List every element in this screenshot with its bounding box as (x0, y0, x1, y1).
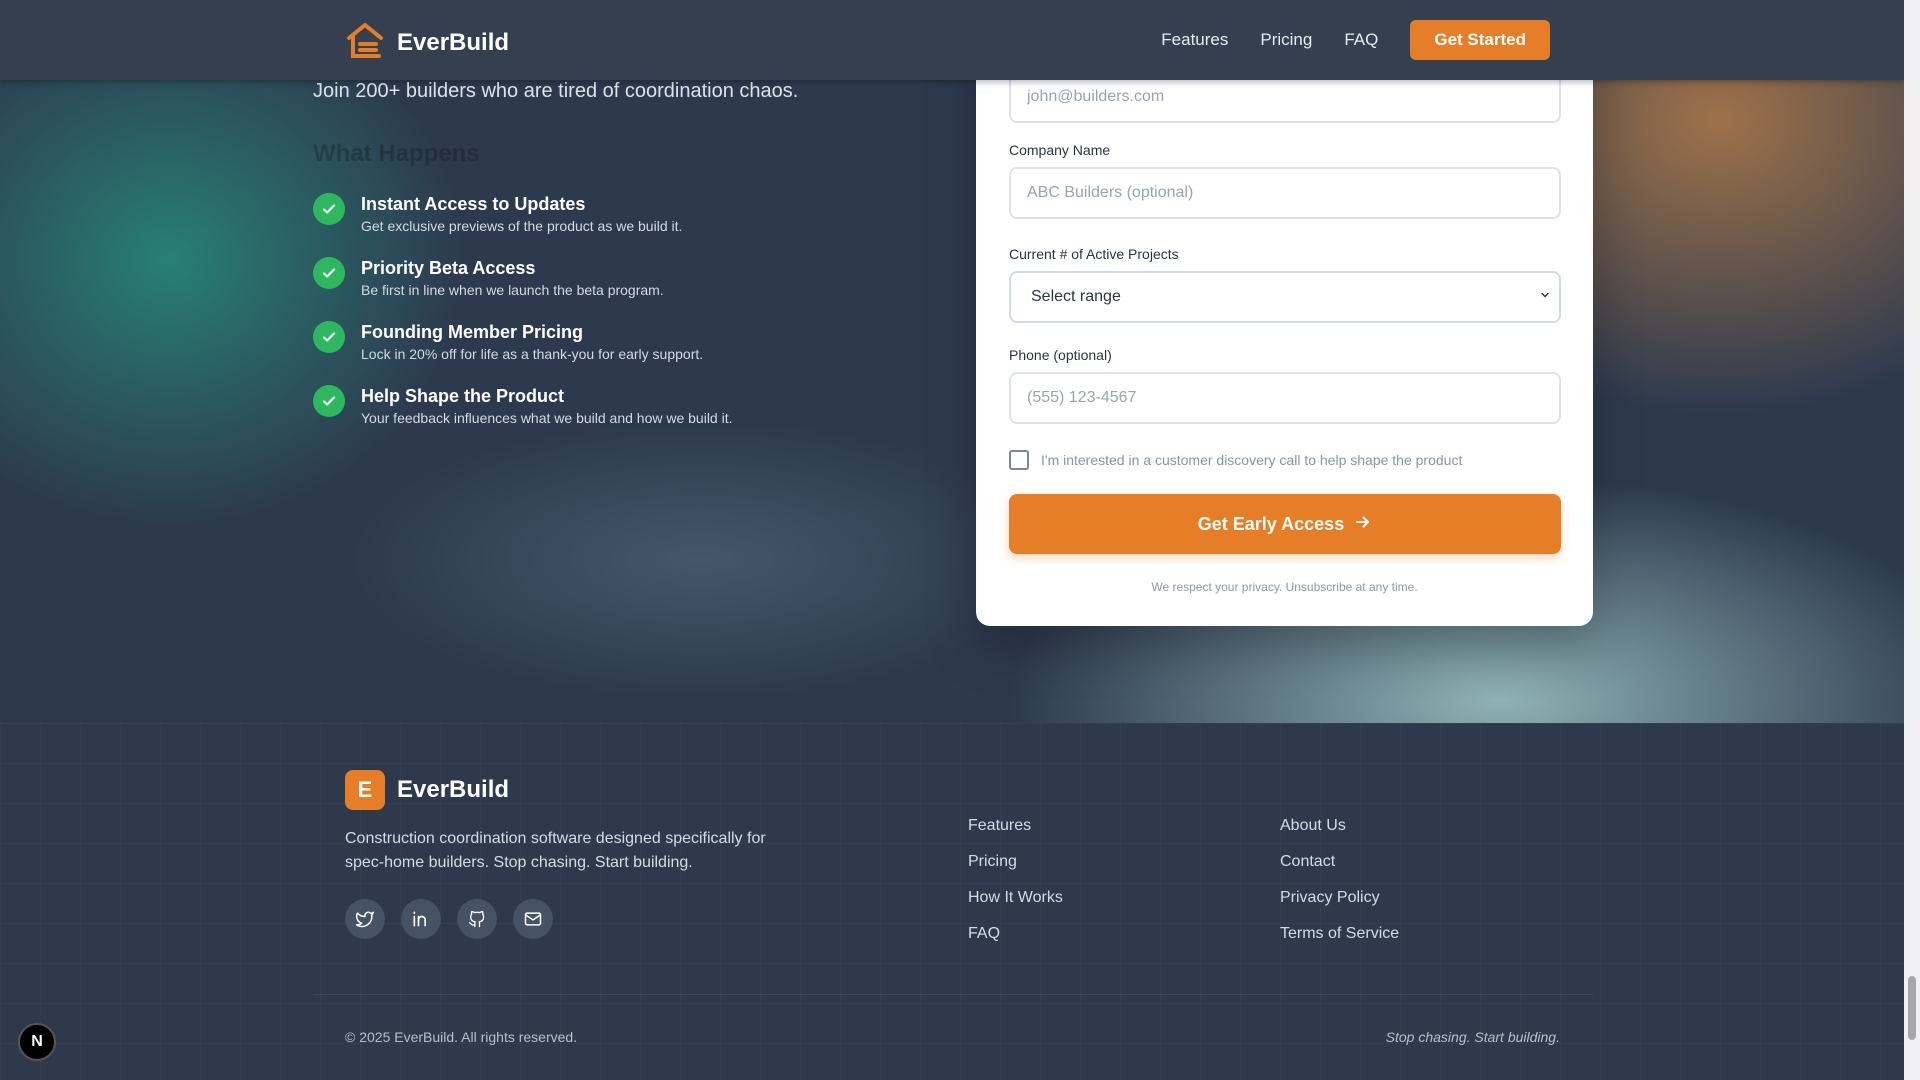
footer-link-privacy-policy[interactable]: Privacy Policy (1280, 887, 1399, 909)
list-item: Instant Access to Updates Get exclusive p… (313, 192, 873, 240)
submit-label: Get Early Access (1197, 513, 1345, 534)
nav-link-features[interactable]: Features (1161, 30, 1228, 50)
footer: E EverBuild Construction coordination so… (0, 723, 1904, 1080)
mail-icon[interactable] (513, 899, 553, 939)
benefit-description: Lock in 20% off for life as a thank-you … (361, 346, 704, 362)
benefit-description: Get exclusive previews of the product as… (361, 218, 683, 234)
footer-description: Construction coordination software desig… (345, 830, 766, 871)
footer-link-about-us[interactable]: About Us (1280, 815, 1399, 837)
dev-tools-badge[interactable]: N (18, 1023, 56, 1061)
section-heading: What Happens (313, 140, 480, 167)
footer-links-company: About Us Contact Privacy Policy Terms of… (1280, 815, 1399, 945)
twitter-icon[interactable] (345, 899, 385, 939)
footer-link-features[interactable]: Features (968, 815, 1063, 837)
benefits-list: Instant Access to Updates Get exclusive p… (313, 192, 873, 448)
nav-link-pricing[interactable]: Pricing (1260, 30, 1312, 50)
get-early-access-button[interactable]: Get Early Access (1009, 494, 1561, 554)
check-icon (313, 193, 345, 225)
house-logo-icon (345, 20, 385, 65)
benefit-title: Help Shape the Product (361, 386, 565, 406)
footer-link-faq[interactable]: FAQ (968, 923, 1063, 945)
company-label: Company Name (1009, 142, 1111, 158)
footer-logo: E EverBuild (345, 770, 509, 810)
check-icon (313, 321, 345, 353)
footer-tagline: Stop chasing. Start building. (1385, 1029, 1560, 1045)
list-item: Help Shape the Product Your feedback infl… (313, 384, 873, 432)
get-started-button[interactable]: Get Started (1410, 20, 1550, 60)
projects-select[interactable]: Select range (1009, 271, 1561, 323)
benefit-title: Priority Beta Access (361, 258, 536, 278)
discovery-call-checkbox[interactable] (1009, 450, 1029, 470)
benefit-title: Instant Access to Updates (361, 194, 586, 214)
social-links (345, 899, 553, 939)
hero-subtitle: Join 200+ builders who are tired of coor… (313, 80, 799, 102)
projects-label: Current # of Active Projects (1009, 246, 1179, 262)
nav-link-faq[interactable]: FAQ (1344, 30, 1378, 50)
benefit-description: Be first in line when we launch the beta… (361, 282, 664, 298)
arrow-right-icon (1354, 513, 1372, 536)
discovery-call-option: I'm interested in a customer discovery c… (1009, 450, 1462, 470)
chevron-down-icon (1539, 288, 1551, 306)
benefit-description: Your feedback influences what we build a… (361, 410, 733, 426)
brand-name: EverBuild (397, 28, 510, 56)
scrollbar-thumb[interactable] (1908, 976, 1916, 1040)
nav-links: Features Pricing FAQ Get Started (1161, 20, 1550, 60)
list-item: Priority Beta Access Be first in line whe… (313, 256, 873, 304)
check-icon (313, 385, 345, 417)
check-icon (313, 257, 345, 289)
projects-select-value: Select range (1031, 288, 1121, 305)
footer-brand-name: EverBuild (397, 776, 510, 803)
phone-field[interactable] (1009, 372, 1561, 424)
footer-links-product: Features Pricing How It Works FAQ (968, 815, 1063, 945)
phone-label: Phone (optional) (1009, 347, 1112, 363)
company-field[interactable] (1009, 167, 1561, 219)
discovery-call-label: I'm interested in a customer discovery c… (1041, 452, 1463, 468)
footer-link-contact[interactable]: Contact (1280, 851, 1399, 873)
privacy-note: We respect your privacy. Unsubscribe at … (1151, 580, 1418, 594)
early-access-form: Company Name Current # of Active Project… (976, 0, 1593, 626)
footer-link-how-it-works[interactable]: How It Works (968, 887, 1063, 909)
scrollbar[interactable] (1904, 0, 1920, 1080)
footer-logo-mark: E (345, 770, 385, 810)
list-item: Founding Member Pricing Lock in 20% off f… (313, 320, 873, 368)
benefit-title: Founding Member Pricing (361, 322, 584, 342)
nav-logo-link[interactable]: EverBuild (345, 20, 509, 65)
top-navbar: EverBuild Features Pricing FAQ Get Start… (0, 0, 1904, 80)
github-icon[interactable] (457, 899, 497, 939)
footer-divider (313, 994, 1593, 995)
hero-section: Join 200+ builders who are tired of coor… (0, 0, 1904, 723)
footer-link-terms[interactable]: Terms of Service (1280, 923, 1399, 945)
footer-link-pricing[interactable]: Pricing (968, 851, 1063, 873)
copyright: © 2025 EverBuild. All rights reserved. (345, 1029, 578, 1045)
linkedin-icon[interactable] (401, 899, 441, 939)
